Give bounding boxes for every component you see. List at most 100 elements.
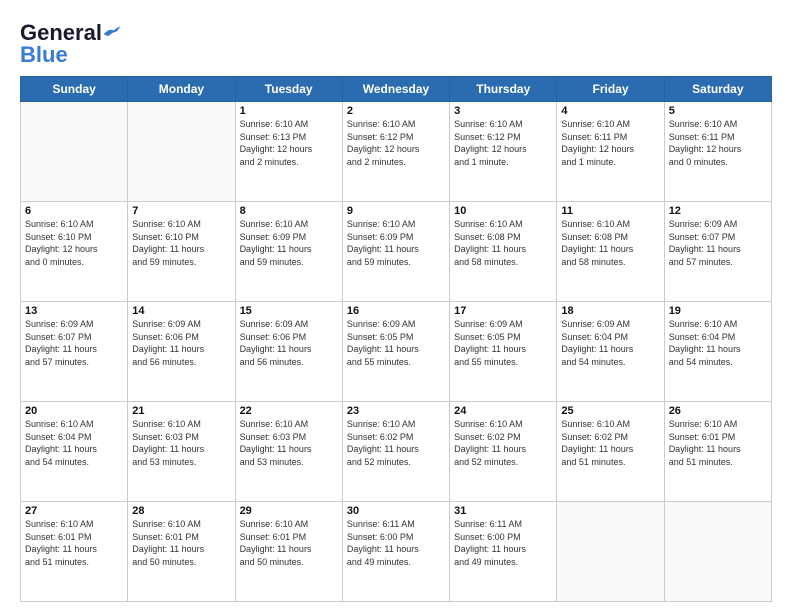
calendar-cell: 16Sunrise: 6:09 AM Sunset: 6:05 PM Dayli… [342, 302, 449, 402]
day-info: Sunrise: 6:09 AM Sunset: 6:05 PM Dayligh… [347, 318, 445, 368]
day-number: 3 [454, 105, 552, 117]
calendar-cell: 9Sunrise: 6:10 AM Sunset: 6:09 PM Daylig… [342, 202, 449, 302]
day-info: Sunrise: 6:09 AM Sunset: 6:06 PM Dayligh… [132, 318, 230, 368]
day-number: 19 [669, 305, 767, 317]
day-number: 27 [25, 505, 123, 517]
calendar-cell: 27Sunrise: 6:10 AM Sunset: 6:01 PM Dayli… [21, 502, 128, 602]
day-number: 20 [25, 405, 123, 417]
day-info: Sunrise: 6:09 AM Sunset: 6:05 PM Dayligh… [454, 318, 552, 368]
calendar-cell [128, 102, 235, 202]
day-info: Sunrise: 6:10 AM Sunset: 6:04 PM Dayligh… [25, 418, 123, 468]
calendar-cell: 7Sunrise: 6:10 AM Sunset: 6:10 PM Daylig… [128, 202, 235, 302]
weekday-header-monday: Monday [128, 77, 235, 102]
day-info: Sunrise: 6:11 AM Sunset: 6:00 PM Dayligh… [347, 518, 445, 568]
day-info: Sunrise: 6:10 AM Sunset: 6:01 PM Dayligh… [240, 518, 338, 568]
calendar-cell: 3Sunrise: 6:10 AM Sunset: 6:12 PM Daylig… [450, 102, 557, 202]
day-number: 25 [561, 405, 659, 417]
day-number: 5 [669, 105, 767, 117]
calendar-cell [557, 502, 664, 602]
calendar-cell: 4Sunrise: 6:10 AM Sunset: 6:11 PM Daylig… [557, 102, 664, 202]
weekday-header-saturday: Saturday [664, 77, 771, 102]
weekday-header-tuesday: Tuesday [235, 77, 342, 102]
day-number: 8 [240, 205, 338, 217]
day-number: 10 [454, 205, 552, 217]
day-info: Sunrise: 6:10 AM Sunset: 6:01 PM Dayligh… [132, 518, 230, 568]
day-info: Sunrise: 6:10 AM Sunset: 6:11 PM Dayligh… [669, 118, 767, 168]
day-info: Sunrise: 6:10 AM Sunset: 6:08 PM Dayligh… [454, 218, 552, 268]
day-info: Sunrise: 6:09 AM Sunset: 6:04 PM Dayligh… [561, 318, 659, 368]
day-info: Sunrise: 6:10 AM Sunset: 6:13 PM Dayligh… [240, 118, 338, 168]
calendar-cell [664, 502, 771, 602]
day-info: Sunrise: 6:10 AM Sunset: 6:03 PM Dayligh… [240, 418, 338, 468]
day-number: 2 [347, 105, 445, 117]
calendar-cell: 24Sunrise: 6:10 AM Sunset: 6:02 PM Dayli… [450, 402, 557, 502]
calendar-week-3: 13Sunrise: 6:09 AM Sunset: 6:07 PM Dayli… [21, 302, 772, 402]
day-number: 29 [240, 505, 338, 517]
day-number: 17 [454, 305, 552, 317]
day-info: Sunrise: 6:10 AM Sunset: 6:11 PM Dayligh… [561, 118, 659, 168]
calendar-cell: 11Sunrise: 6:10 AM Sunset: 6:08 PM Dayli… [557, 202, 664, 302]
calendar-cell: 13Sunrise: 6:09 AM Sunset: 6:07 PM Dayli… [21, 302, 128, 402]
day-number: 31 [454, 505, 552, 517]
weekday-header-sunday: Sunday [21, 77, 128, 102]
day-info: Sunrise: 6:10 AM Sunset: 6:01 PM Dayligh… [669, 418, 767, 468]
day-info: Sunrise: 6:10 AM Sunset: 6:03 PM Dayligh… [132, 418, 230, 468]
weekday-header-wednesday: Wednesday [342, 77, 449, 102]
day-info: Sunrise: 6:10 AM Sunset: 6:09 PM Dayligh… [347, 218, 445, 268]
day-info: Sunrise: 6:10 AM Sunset: 6:02 PM Dayligh… [561, 418, 659, 468]
day-number: 6 [25, 205, 123, 217]
day-info: Sunrise: 6:09 AM Sunset: 6:07 PM Dayligh… [25, 318, 123, 368]
day-info: Sunrise: 6:09 AM Sunset: 6:07 PM Dayligh… [669, 218, 767, 268]
day-number: 11 [561, 205, 659, 217]
weekday-header-friday: Friday [557, 77, 664, 102]
day-number: 1 [240, 105, 338, 117]
calendar-cell: 14Sunrise: 6:09 AM Sunset: 6:06 PM Dayli… [128, 302, 235, 402]
day-info: Sunrise: 6:10 AM Sunset: 6:10 PM Dayligh… [25, 218, 123, 268]
day-info: Sunrise: 6:10 AM Sunset: 6:02 PM Dayligh… [347, 418, 445, 468]
day-info: Sunrise: 6:10 AM Sunset: 6:01 PM Dayligh… [25, 518, 123, 568]
day-info: Sunrise: 6:10 AM Sunset: 6:04 PM Dayligh… [669, 318, 767, 368]
day-number: 12 [669, 205, 767, 217]
day-number: 14 [132, 305, 230, 317]
day-number: 24 [454, 405, 552, 417]
calendar-cell: 25Sunrise: 6:10 AM Sunset: 6:02 PM Dayli… [557, 402, 664, 502]
day-number: 26 [669, 405, 767, 417]
calendar-cell: 18Sunrise: 6:09 AM Sunset: 6:04 PM Dayli… [557, 302, 664, 402]
day-number: 21 [132, 405, 230, 417]
day-number: 18 [561, 305, 659, 317]
day-number: 30 [347, 505, 445, 517]
calendar-cell: 22Sunrise: 6:10 AM Sunset: 6:03 PM Dayli… [235, 402, 342, 502]
day-info: Sunrise: 6:10 AM Sunset: 6:12 PM Dayligh… [454, 118, 552, 168]
calendar-cell: 12Sunrise: 6:09 AM Sunset: 6:07 PM Dayli… [664, 202, 771, 302]
calendar-cell: 29Sunrise: 6:10 AM Sunset: 6:01 PM Dayli… [235, 502, 342, 602]
calendar-cell: 6Sunrise: 6:10 AM Sunset: 6:10 PM Daylig… [21, 202, 128, 302]
day-number: 7 [132, 205, 230, 217]
calendar-cell: 21Sunrise: 6:10 AM Sunset: 6:03 PM Dayli… [128, 402, 235, 502]
day-number: 9 [347, 205, 445, 217]
logo-bird-icon [102, 25, 120, 39]
calendar-cell [21, 102, 128, 202]
weekday-header-thursday: Thursday [450, 77, 557, 102]
calendar-week-5: 27Sunrise: 6:10 AM Sunset: 6:01 PM Dayli… [21, 502, 772, 602]
day-info: Sunrise: 6:11 AM Sunset: 6:00 PM Dayligh… [454, 518, 552, 568]
day-info: Sunrise: 6:10 AM Sunset: 6:09 PM Dayligh… [240, 218, 338, 268]
calendar-cell: 15Sunrise: 6:09 AM Sunset: 6:06 PM Dayli… [235, 302, 342, 402]
day-info: Sunrise: 6:10 AM Sunset: 6:12 PM Dayligh… [347, 118, 445, 168]
logo-blue: Blue [20, 42, 68, 68]
weekday-header-row: SundayMondayTuesdayWednesdayThursdayFrid… [21, 77, 772, 102]
day-number: 15 [240, 305, 338, 317]
calendar-cell: 31Sunrise: 6:11 AM Sunset: 6:00 PM Dayli… [450, 502, 557, 602]
calendar-cell: 5Sunrise: 6:10 AM Sunset: 6:11 PM Daylig… [664, 102, 771, 202]
page: General Blue SundayMondayTuesdayWednesda… [0, 0, 792, 612]
day-number: 22 [240, 405, 338, 417]
header: General Blue [20, 20, 772, 68]
calendar-cell: 20Sunrise: 6:10 AM Sunset: 6:04 PM Dayli… [21, 402, 128, 502]
day-number: 16 [347, 305, 445, 317]
day-info: Sunrise: 6:10 AM Sunset: 6:02 PM Dayligh… [454, 418, 552, 468]
calendar-cell: 30Sunrise: 6:11 AM Sunset: 6:00 PM Dayli… [342, 502, 449, 602]
calendar-cell: 26Sunrise: 6:10 AM Sunset: 6:01 PM Dayli… [664, 402, 771, 502]
calendar-cell: 2Sunrise: 6:10 AM Sunset: 6:12 PM Daylig… [342, 102, 449, 202]
day-info: Sunrise: 6:10 AM Sunset: 6:10 PM Dayligh… [132, 218, 230, 268]
calendar-cell: 8Sunrise: 6:10 AM Sunset: 6:09 PM Daylig… [235, 202, 342, 302]
calendar-cell: 17Sunrise: 6:09 AM Sunset: 6:05 PM Dayli… [450, 302, 557, 402]
